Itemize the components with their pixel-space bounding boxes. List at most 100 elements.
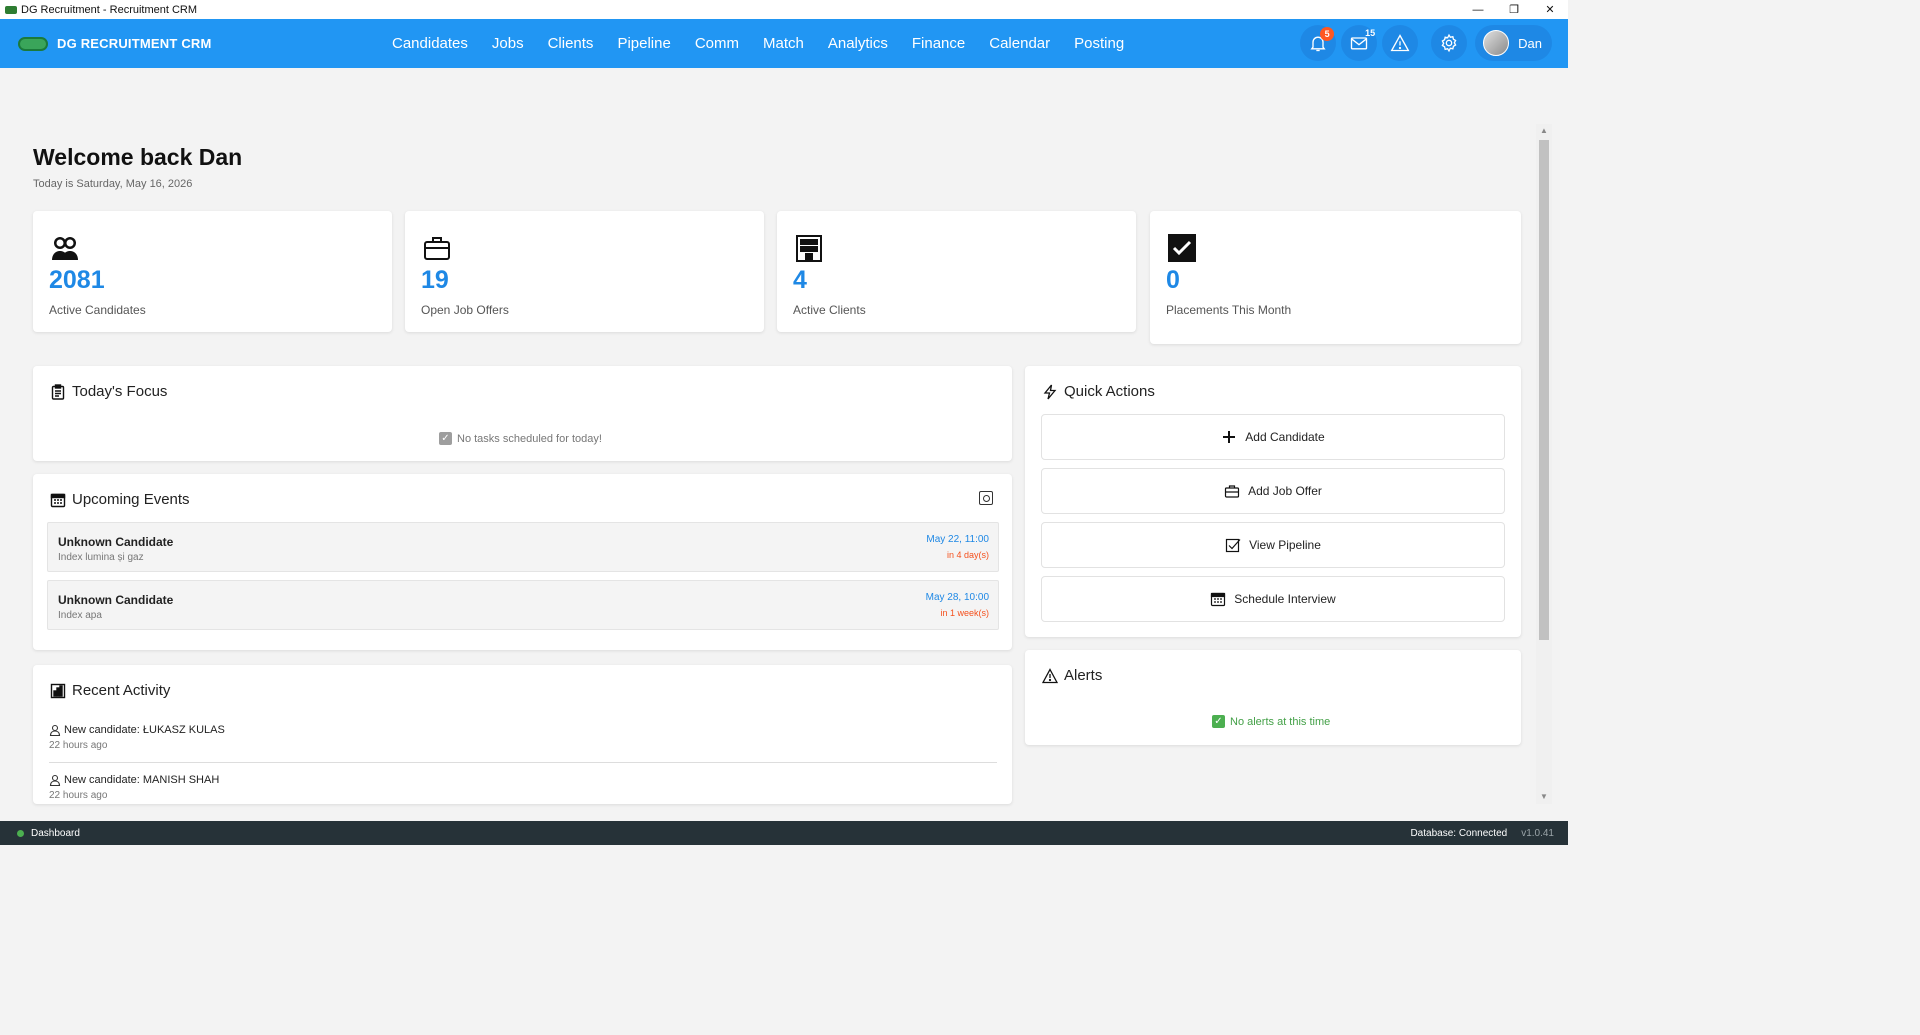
scroll-down-icon[interactable]: ▼ xyxy=(1539,792,1549,802)
panel-title: Alerts xyxy=(1064,667,1103,684)
messages-button[interactable]: 15 xyxy=(1341,25,1378,61)
nav-match[interactable]: Match xyxy=(751,35,816,52)
event-date: May 22, 11:00 xyxy=(926,534,989,545)
briefcase-icon xyxy=(1224,485,1240,498)
notifications-badge: 5 xyxy=(1320,27,1335,41)
upcoming-events-panel: Upcoming Events Unknown Candidate Index … xyxy=(33,474,1012,650)
user-icon xyxy=(49,774,61,786)
settings-button[interactable] xyxy=(1431,25,1468,61)
no-tasks-message: No tasks scheduled for today! xyxy=(457,432,602,445)
activity-item[interactable]: New candidate: MANISH SHAH 22 hours ago xyxy=(49,774,997,801)
nav-calendar[interactable]: Calendar xyxy=(977,35,1062,52)
nav-posting[interactable]: Posting xyxy=(1062,35,1136,52)
window-titlebar: DG Recruitment - Recruitment CRM — ❐ ✕ xyxy=(0,0,1568,19)
stat-label: Active Candidates xyxy=(49,303,146,317)
check-icon xyxy=(1168,234,1196,262)
bar-chart-icon xyxy=(50,683,66,698)
panel-title: Upcoming Events xyxy=(72,491,190,508)
warnings-button[interactable] xyxy=(1382,25,1419,61)
recent-activity-panel: Recent Activity New candidate: ŁUKASZ KU… xyxy=(33,665,1012,804)
gear-icon xyxy=(1441,33,1457,53)
check-icon: ✓ xyxy=(1212,715,1225,728)
quick-actions-panel: Quick Actions Add Candidate Add Job Offe… xyxy=(1025,366,1521,637)
scrollbar-thumb[interactable] xyxy=(1539,140,1549,640)
button-label: Schedule Interview xyxy=(1234,592,1336,606)
minimize-button[interactable]: — xyxy=(1460,0,1496,19)
avatar xyxy=(1483,30,1510,56)
stat-card-clients[interactable]: 4 Active Clients xyxy=(777,211,1136,332)
view-pipeline-button[interactable]: View Pipeline xyxy=(1041,522,1505,568)
divider xyxy=(49,762,997,763)
window-title: DG Recruitment - Recruitment CRM xyxy=(21,3,198,16)
event-date: May 28, 10:00 xyxy=(925,592,989,603)
top-navbar: DG RECRUITMENT CRM Candidates Jobs Clien… xyxy=(0,19,1568,68)
clipboard-icon xyxy=(51,383,65,400)
button-label: Add Candidate xyxy=(1245,430,1325,444)
event-item[interactable]: Unknown Candidate Index lumina și gaz Ma… xyxy=(47,522,999,572)
nav-pipeline[interactable]: Pipeline xyxy=(605,35,682,52)
warning-icon xyxy=(1390,34,1410,52)
stat-value: 19 xyxy=(421,266,449,294)
schedule-interview-button[interactable]: Schedule Interview xyxy=(1041,576,1505,622)
event-name: Unknown Candidate xyxy=(58,593,174,607)
scroll-up-icon[interactable]: ▲ xyxy=(1539,126,1549,136)
event-description: Index apa xyxy=(58,610,102,621)
stat-value: 0 xyxy=(1166,266,1180,294)
calendar-icon xyxy=(50,493,66,507)
panel-title: Recent Activity xyxy=(72,682,171,699)
stat-card-placements[interactable]: 0 Placements This Month xyxy=(1150,211,1521,344)
button-label: Add Job Offer xyxy=(1248,484,1322,498)
main-menu: Candidates Jobs Clients Pipeline Comm Ma… xyxy=(380,19,1136,68)
close-button[interactable]: ✕ xyxy=(1532,0,1568,19)
stat-value: 4 xyxy=(793,266,807,294)
connection-status-icon xyxy=(17,829,24,837)
stat-label: Placements This Month xyxy=(1166,303,1292,317)
brand-name: DG RECRUITMENT CRM xyxy=(57,36,212,51)
nav-finance[interactable]: Finance xyxy=(900,35,977,52)
alerts-panel: Alerts ✓ No alerts at this time xyxy=(1025,650,1521,745)
activity-time: 22 hours ago xyxy=(49,790,108,801)
page-date: Today is Saturday, May 16, 2026 xyxy=(33,178,193,190)
notifications-button[interactable]: 5 xyxy=(1300,25,1337,61)
app-version: v1.0.41 xyxy=(1521,827,1554,839)
stat-value: 2081 xyxy=(49,266,105,294)
nav-comm[interactable]: Comm xyxy=(683,35,751,52)
status-bar: Dashboard Database: Connected v1.0.41 xyxy=(0,821,1568,845)
stat-label: Active Clients xyxy=(793,303,866,317)
lightning-icon xyxy=(1043,384,1057,399)
checkbox-icon xyxy=(1225,538,1241,553)
user-menu-button[interactable]: Dan xyxy=(1475,25,1552,61)
add-candidate-button[interactable]: Add Candidate xyxy=(1041,414,1505,460)
nav-jobs[interactable]: Jobs xyxy=(480,35,536,52)
restore-button[interactable]: ❐ xyxy=(1496,0,1532,19)
stat-label: Open Job Offers xyxy=(421,303,509,317)
warning-icon xyxy=(1042,667,1058,683)
stat-card-jobs[interactable]: 19 Open Job Offers xyxy=(405,211,764,332)
event-relative-time: in 4 day(s) xyxy=(946,550,989,560)
nav-analytics[interactable]: Analytics xyxy=(816,35,900,52)
refresh-events-button[interactable] xyxy=(979,491,993,505)
activity-text: New candidate: ŁUKASZ KULAS xyxy=(64,724,225,736)
activity-item[interactable]: New candidate: ŁUKASZ KULAS 22 hours ago xyxy=(49,724,997,751)
panel-title: Today's Focus xyxy=(72,383,168,400)
stat-card-candidates[interactable]: 2081 Active Candidates xyxy=(33,211,392,332)
event-description: Index lumina și gaz xyxy=(58,552,144,563)
no-alerts-message: No alerts at this time xyxy=(1230,715,1331,728)
activity-time: 22 hours ago xyxy=(49,740,108,751)
add-job-offer-button[interactable]: Add Job Offer xyxy=(1041,468,1505,514)
event-item[interactable]: Unknown Candidate Index apa May 28, 10:0… xyxy=(47,580,999,630)
event-name: Unknown Candidate xyxy=(58,535,174,549)
building-icon xyxy=(796,235,822,262)
button-label: View Pipeline xyxy=(1249,538,1321,552)
checkbox-icon: ✓ xyxy=(439,432,452,445)
page-title: Welcome back Dan xyxy=(33,144,243,170)
users-icon xyxy=(52,237,78,260)
event-relative-time: in 1 week(s) xyxy=(940,608,989,618)
nav-clients[interactable]: Clients xyxy=(536,35,606,52)
user-icon xyxy=(49,724,61,736)
nav-candidates[interactable]: Candidates xyxy=(380,35,480,52)
todays-focus-panel: Today's Focus ✓ No tasks scheduled for t… xyxy=(33,366,1012,461)
page-scrollbar[interactable]: ▲ ▼ xyxy=(1536,124,1552,804)
brand[interactable]: DG RECRUITMENT CRM xyxy=(18,19,212,68)
app-icon xyxy=(5,5,17,14)
